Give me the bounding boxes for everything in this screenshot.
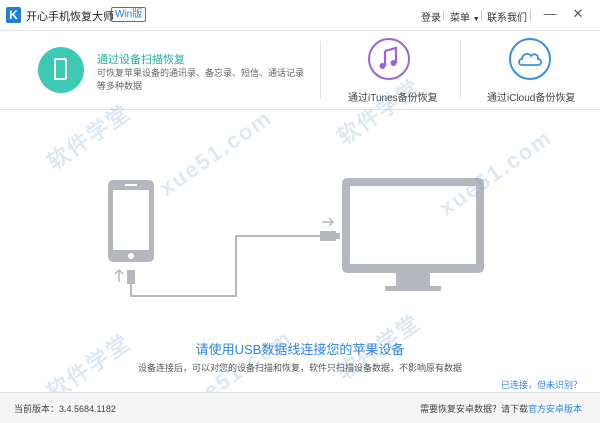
arrow-up-icon — [114, 268, 124, 282]
caret-down-icon: ▼ — [472, 16, 480, 23]
divider — [460, 41, 461, 99]
android-prompt-text: 需要恢复安卓数据？请下载 — [419, 404, 528, 414]
android-download-prompt: 需要恢复安卓数据？请下载官方安卓版本 — [420, 402, 582, 415]
status-footer: 当前版本：3.4.5684.1182 需要恢复安卓数据？请下载官方安卓版本 — [0, 392, 600, 423]
android-version-link[interactable]: 官方安卓版本 — [528, 404, 582, 414]
close-icon[interactable]: ✕ — [570, 5, 586, 23]
usb-cable — [130, 235, 320, 297]
mode-device-scan-desc: 可恢复苹果设备的通讯录、备忘录、短信、通话记录等多种数据 — [97, 68, 305, 91]
current-version: 当前版本：3.4.5684.1182 — [14, 404, 116, 414]
phone-icon — [54, 58, 67, 80]
mode-icloud-label: 通过iCloud备份恢复 — [487, 93, 576, 104]
device-scan-icon — [38, 47, 84, 93]
arrow-right-icon — [322, 217, 335, 227]
menu-button[interactable]: 菜单 ▼ — [450, 9, 480, 24]
divider — [530, 10, 531, 21]
divider — [481, 10, 482, 21]
not-recognized-link[interactable]: 已连接，但未识别？ — [501, 378, 582, 391]
app-logo-icon: K — [6, 7, 21, 23]
app-title: 开心手机恢复大师 — [26, 11, 114, 23]
menu-label: 菜单 — [450, 13, 470, 24]
mode-device-scan[interactable]: 通过设备扫描恢复 可恢复苹果设备的通讯录、备忘录、短信、通话记录等多种数据 — [0, 31, 318, 109]
title-bar: K 开心手机恢复大师 Win版 登录 菜单 ▼ 联系我们 — ✕ — [0, 0, 600, 31]
icloud-icon — [509, 38, 551, 80]
minimize-icon[interactable]: — — [542, 5, 558, 23]
login-link[interactable]: 登录 — [421, 9, 441, 24]
divider — [443, 10, 444, 21]
divider — [320, 41, 321, 99]
contact-link[interactable]: 联系我们 — [487, 9, 527, 24]
cloud-icon — [518, 52, 542, 66]
mode-device-scan-title: 通过设备扫描恢复 — [97, 54, 185, 66]
recovery-mode-bar: 通过设备扫描恢复 可恢复苹果设备的通讯录、备忘录、短信、通话记录等多种数据 通过… — [0, 31, 600, 110]
music-note-icon — [379, 46, 398, 69]
version-badge: Win版 — [111, 7, 147, 22]
